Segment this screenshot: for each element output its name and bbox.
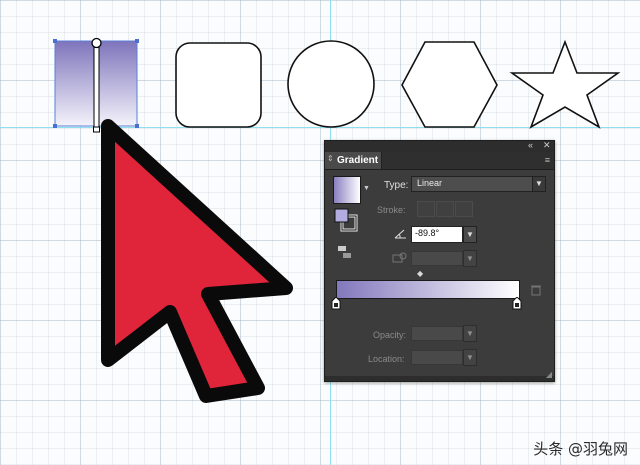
watermark: 头条 @羽兔网 [533, 440, 628, 458]
mouse-cursor-icon [101, 119, 293, 403]
